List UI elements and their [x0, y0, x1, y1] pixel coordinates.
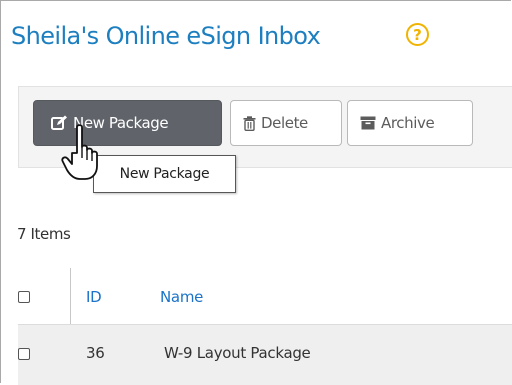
archive-icon [360, 116, 376, 130]
hand-pointer-icon [61, 124, 98, 180]
page-title: Sheila's Online eSign Inbox [11, 22, 321, 50]
column-header-name[interactable]: Name [160, 288, 203, 306]
column-header-id[interactable]: ID [86, 288, 102, 306]
archive-label: Archive [381, 114, 435, 132]
question-circle-icon[interactable]: ? [406, 23, 429, 46]
select-all-checkbox[interactable] [18, 291, 30, 303]
table-header-row: ID Name [18, 275, 512, 323]
row-id: 36 [86, 344, 105, 362]
delete-label: Delete [261, 114, 308, 132]
new-package-tooltip: New Package [93, 155, 236, 193]
trash-icon [243, 115, 256, 131]
row-name[interactable]: W-9 Layout Package [164, 344, 311, 362]
delete-button[interactable]: Delete [230, 100, 342, 146]
item-count: 7 Items [17, 225, 71, 243]
table-row[interactable]: 36 W-9 Layout Package [18, 324, 512, 385]
row-checkbox[interactable] [18, 348, 30, 360]
archive-button[interactable]: Archive [347, 100, 473, 146]
